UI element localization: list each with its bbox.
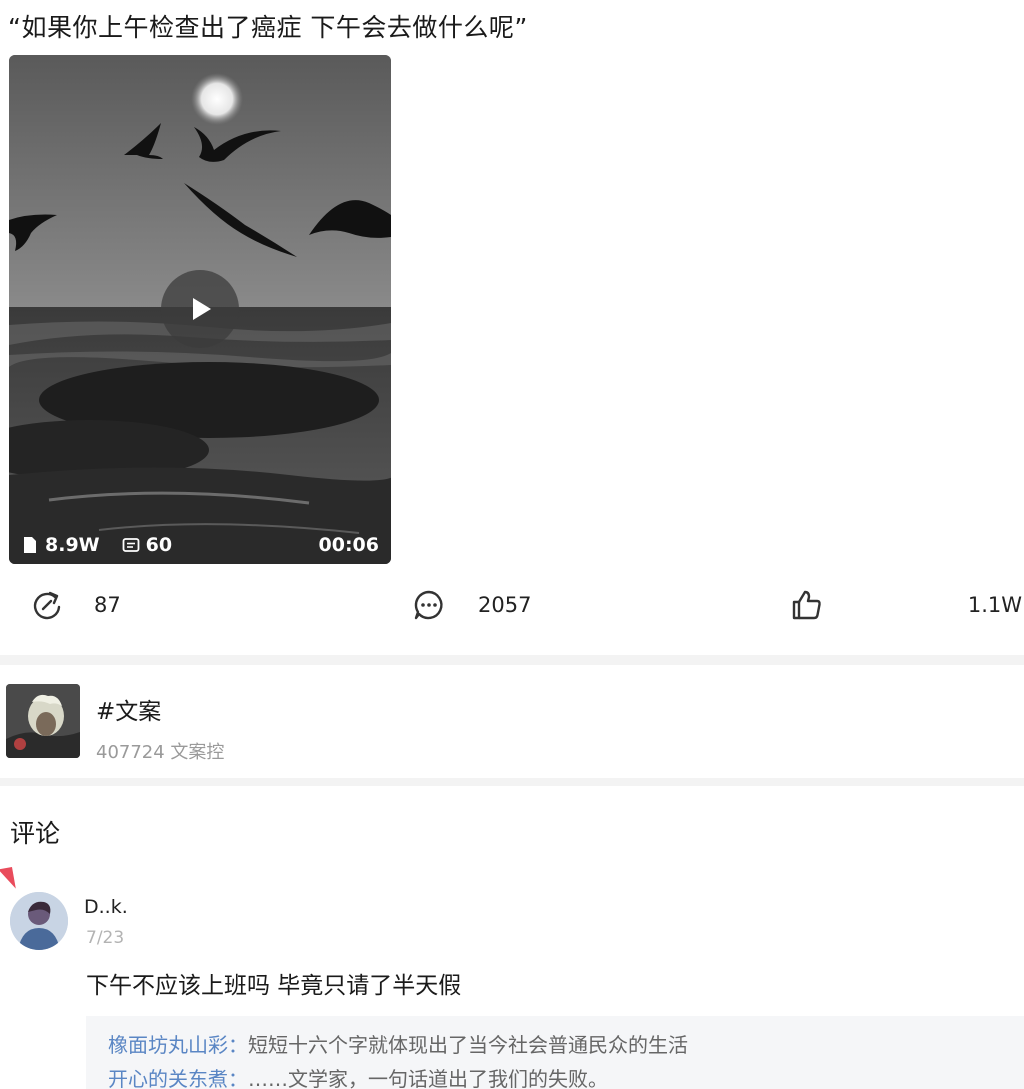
divider bbox=[0, 655, 1024, 665]
reply-text: ……文学家，一句话道出了我们的失败。 bbox=[248, 1067, 608, 1089]
share-icon bbox=[33, 591, 61, 620]
document-icon bbox=[24, 537, 36, 553]
reply-item: 橡面坊丸山彩：短短十六个字就体现出了当今社会普通民众的生活 bbox=[108, 1028, 1024, 1062]
danmaku-icon bbox=[122, 538, 140, 552]
decorative-mark bbox=[0, 866, 16, 892]
topic-name: #文案 bbox=[96, 699, 162, 725]
danmaku-stat: 60 bbox=[122, 534, 172, 556]
avatar-image bbox=[10, 892, 68, 950]
avatar[interactable] bbox=[10, 892, 68, 950]
comment-button[interactable]: 2057 bbox=[412, 588, 531, 622]
like-button[interactable]: 1.1W bbox=[790, 588, 1024, 622]
comment-username[interactable]: D..k. bbox=[84, 896, 128, 918]
like-count: 1.1W bbox=[967, 593, 1022, 617]
comment-icon bbox=[414, 590, 443, 620]
post-title: “如果你上午检查出了癌症 下午会去做什么呢” bbox=[8, 13, 528, 42]
danmaku-count: 60 bbox=[145, 534, 173, 556]
reply-list[interactable]: 橡面坊丸山彩：短短十六个字就体现出了当今社会普通民众的生活 开心的关东煮：……文… bbox=[86, 1016, 1024, 1089]
reply-username[interactable]: 橡面坊丸山彩： bbox=[108, 1033, 248, 1057]
action-bar: 87 2057 1.1W bbox=[0, 588, 1024, 628]
comment-count: 2057 bbox=[478, 593, 532, 617]
comment-date: 7/23 bbox=[86, 928, 125, 948]
video-card[interactable]: 8.9W 60 00:06 bbox=[9, 55, 391, 564]
divider bbox=[0, 778, 1024, 786]
comments-heading: 评论 bbox=[10, 819, 61, 848]
topic-thumbnail bbox=[6, 684, 80, 758]
comment-text: 下午不应该上班吗 毕竟只请了半天假 bbox=[86, 973, 462, 999]
topic-image bbox=[6, 684, 80, 758]
reply-item: 开心的关东煮：……文学家，一句话道出了我们的失败。 bbox=[108, 1062, 1024, 1089]
video-stats: 8.9W 60 00:06 bbox=[21, 534, 379, 556]
topic-card[interactable]: #文案 407724 文案控 bbox=[6, 684, 224, 764]
play-icon bbox=[193, 298, 211, 320]
reply-text: 短短十六个字就体现出了当今社会普通民众的生活 bbox=[248, 1033, 688, 1057]
video-duration: 00:06 bbox=[318, 534, 379, 556]
play-button[interactable] bbox=[161, 270, 239, 348]
share-button[interactable]: 87 bbox=[30, 588, 121, 622]
views-count: 8.9W bbox=[45, 534, 100, 556]
reply-username[interactable]: 开心的关东煮： bbox=[108, 1067, 248, 1089]
thumbs-up-icon bbox=[792, 590, 821, 620]
views-stat: 8.9W bbox=[21, 534, 100, 556]
topic-meta: 407724 文案控 bbox=[96, 742, 225, 763]
share-count: 87 bbox=[94, 593, 121, 617]
